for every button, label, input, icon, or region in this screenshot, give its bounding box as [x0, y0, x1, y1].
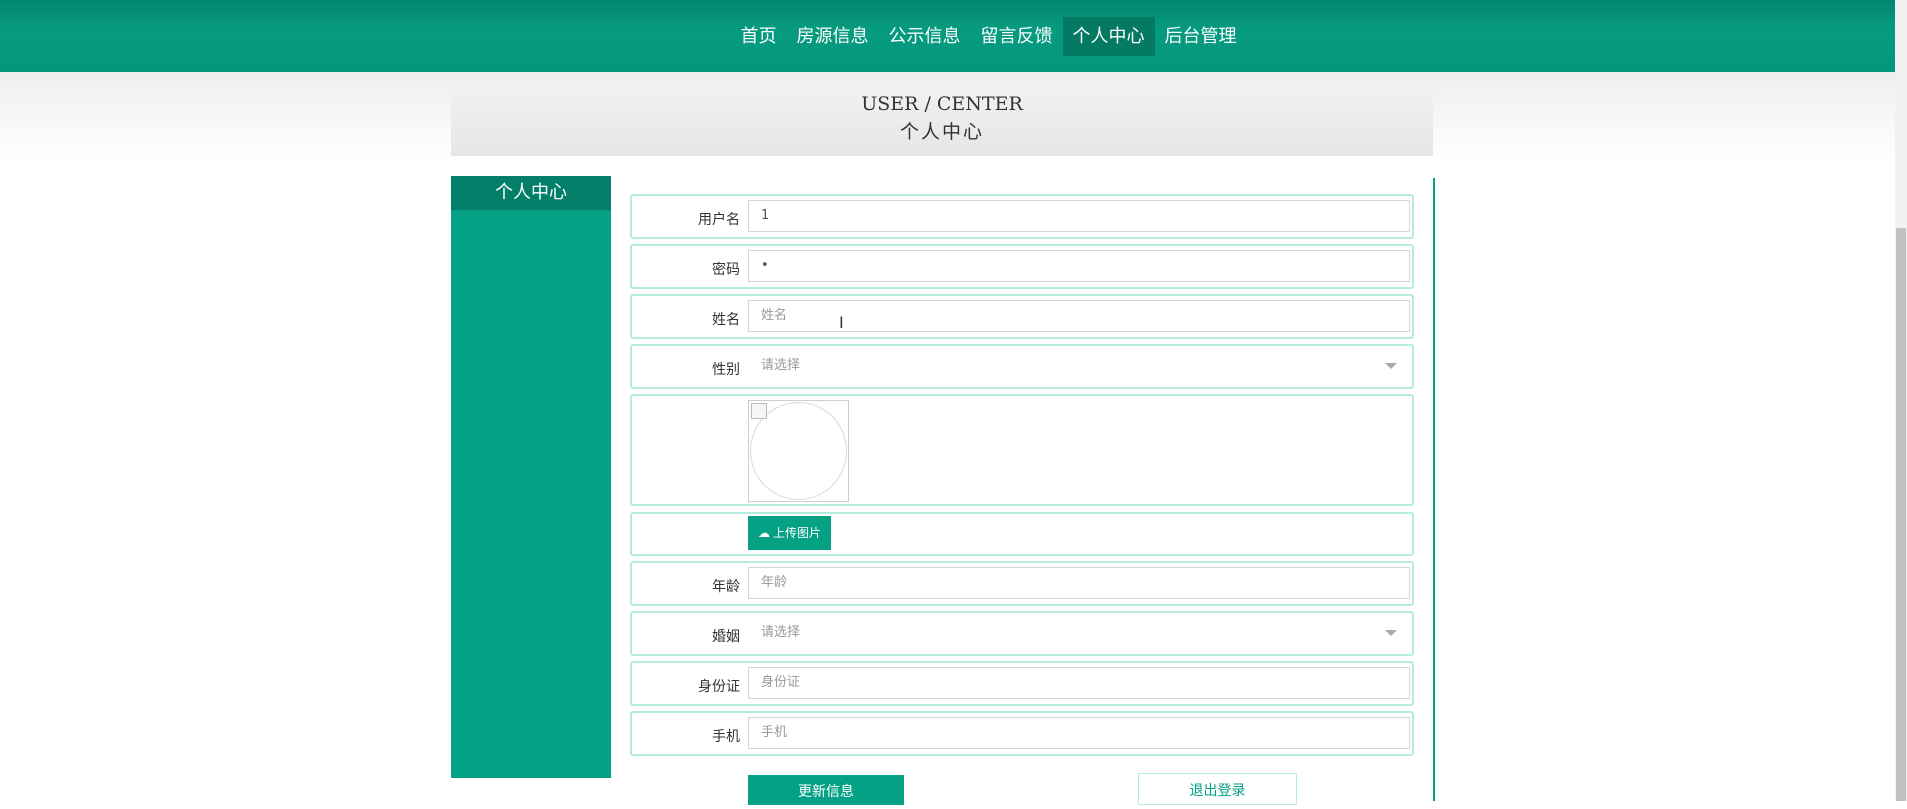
sidebar-title[interactable]: 个人中心 — [451, 176, 611, 210]
form-row-marital: 婚姻 请选择 — [630, 611, 1414, 656]
scrollbar-thumb[interactable] — [1896, 228, 1906, 801]
nav-feedback[interactable]: 留言反馈 — [971, 17, 1063, 56]
upload-button-label: 上传图片 — [772, 526, 821, 540]
form-row-age: 年龄 年龄 — [630, 561, 1414, 606]
username-input[interactable]: 1 — [748, 200, 1410, 232]
form-row-gender: 性别 请选择 — [630, 344, 1414, 389]
password-label: 密码 — [712, 262, 740, 278]
name-input[interactable]: 姓名 — [748, 300, 1410, 332]
logout-button[interactable]: 退出登录 — [1138, 773, 1297, 805]
chevron-down-icon — [1385, 363, 1397, 369]
id-card-input[interactable]: 身份证 — [748, 667, 1410, 699]
age-input[interactable]: 年龄 — [748, 567, 1410, 599]
cloud-upload-icon: ☁ — [757, 526, 770, 540]
form-row-phone: 手机 手机 — [630, 711, 1414, 756]
marital-select[interactable]: 请选择 — [748, 617, 1410, 649]
gender-label: 性别 — [712, 362, 740, 378]
form-row-password: 密码 • — [630, 244, 1414, 289]
form-row-username: 用户名 1 — [630, 194, 1414, 239]
gender-select[interactable]: 请选择 — [748, 350, 1410, 382]
top-navigation-bar: 首页 房源信息 公示信息 留言反馈 个人中心 后台管理 — [0, 0, 1907, 72]
username-label: 用户名 — [698, 212, 740, 228]
text-cursor-icon: I — [839, 313, 844, 332]
form-row-name: 姓名 姓名 — [630, 294, 1414, 339]
broken-image-icon — [751, 403, 767, 419]
name-label: 姓名 — [712, 312, 740, 328]
chevron-down-icon — [1385, 630, 1397, 636]
page-banner: USER / CENTER 个人中心 — [451, 81, 1433, 156]
nav-listings[interactable]: 房源信息 — [787, 17, 879, 56]
marital-label: 婚姻 — [712, 629, 740, 645]
banner-title-zh: 个人中心 — [899, 121, 984, 143]
banner-title-en: USER / CENTER — [861, 93, 1023, 115]
scrollbar[interactable] — [1895, 0, 1907, 801]
password-input[interactable]: • — [748, 250, 1410, 282]
upload-image-button[interactable]: ☁ 上传图片 — [748, 516, 831, 550]
age-label: 年龄 — [712, 579, 740, 595]
avatar-preview — [748, 400, 849, 502]
nav-user-center[interactable]: 个人中心 — [1062, 16, 1155, 56]
nav-home[interactable]: 首页 — [731, 17, 787, 56]
form-row-id-card: 身份证 身份证 — [630, 661, 1414, 706]
profile-form: 用户名 1 密码 • 姓名 姓名 性别 请选择 ☁上传图片 年龄 年龄 婚姻 — [628, 176, 1435, 801]
phone-input[interactable]: 手机 — [748, 717, 1410, 749]
phone-label: 手机 — [712, 729, 740, 745]
sidebar: 个人中心 — [451, 176, 611, 778]
nav-admin[interactable]: 后台管理 — [1155, 17, 1247, 56]
form-row-upload: ☁ 上传图片 — [630, 512, 1414, 556]
main-nav: 首页 房源信息 公示信息 留言反馈 个人中心 后台管理 — [731, 16, 1247, 56]
gender-select-value: 请选择 — [761, 358, 801, 373]
form-row-avatar — [630, 394, 1414, 506]
marital-select-value: 请选择 — [761, 625, 801, 640]
id-card-label: 身份证 — [698, 679, 740, 695]
nav-announcements[interactable]: 公示信息 — [879, 17, 971, 56]
